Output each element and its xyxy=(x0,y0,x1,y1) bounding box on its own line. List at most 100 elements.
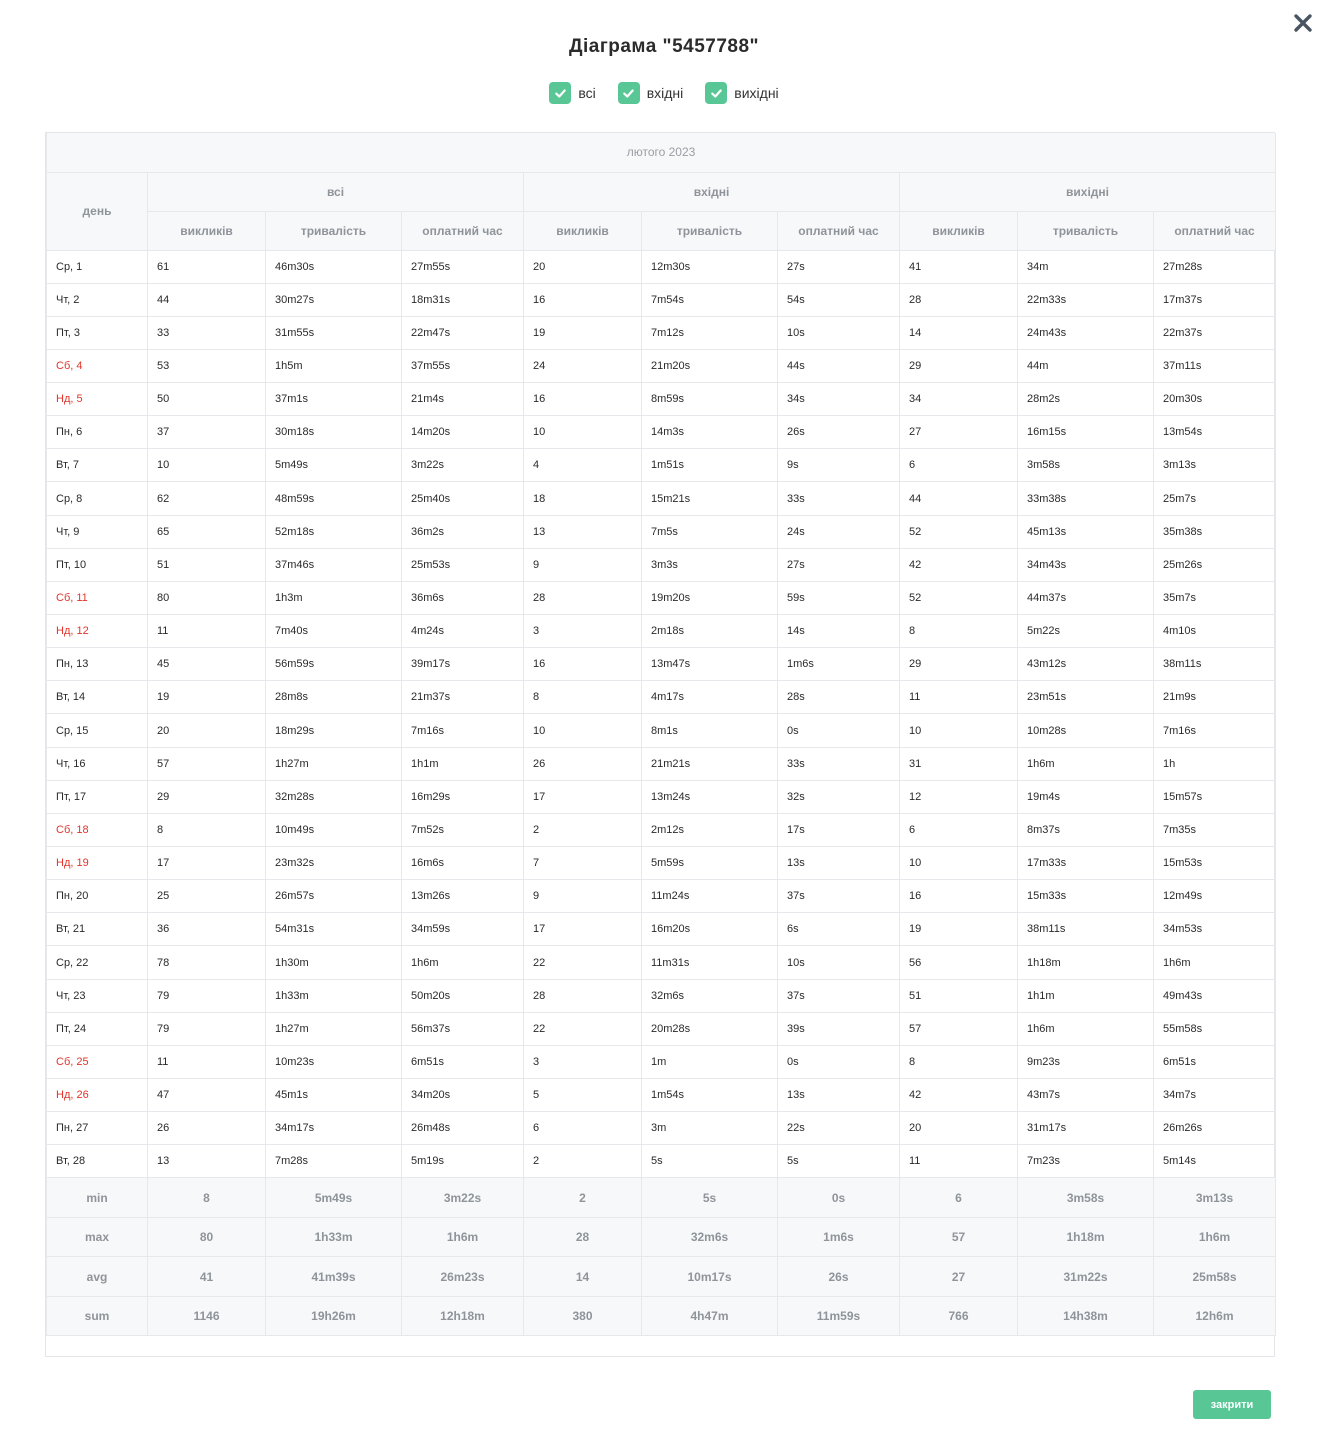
value-cell: 3m3s xyxy=(641,547,778,582)
table-row: Ср, 1 61 46m30s 27m55s 20 12m30s 27s 41 34m 27m28… xyxy=(46,249,1277,284)
value-cell: 4m10s xyxy=(1152,614,1277,649)
table-row: Пн, 6 37 30m18s 14m20s 10 14m3s 26s 27 16m15s 13m… xyxy=(46,415,1277,450)
value-cell: 52 xyxy=(899,514,1018,549)
day-cell: Вт, 21 xyxy=(46,912,148,947)
value-cell: 34m17s xyxy=(265,1111,402,1146)
checkbox-outgoing[interactable] xyxy=(705,82,728,104)
stat-cell: 14h38m xyxy=(1017,1295,1154,1337)
value-cell: 1h33m xyxy=(265,978,402,1013)
stat-cell: 1m6s xyxy=(777,1216,900,1258)
value-cell: 17m33s xyxy=(1017,846,1154,881)
value-cell: 10m49s xyxy=(265,812,402,848)
checkbox-all[interactable] xyxy=(549,82,572,104)
value-cell: 11 xyxy=(899,680,1018,715)
value-cell: 1h3m xyxy=(265,580,402,616)
value-cell: 9m23s xyxy=(1017,1044,1154,1080)
value-cell: 28m2s xyxy=(1017,382,1154,417)
stat-label: avg xyxy=(46,1256,148,1297)
value-cell: 21m9s xyxy=(1152,680,1277,715)
check-icon xyxy=(623,88,635,98)
day-cell: Нд, 5 xyxy=(46,382,148,417)
value-cell: 10m23s xyxy=(265,1044,402,1080)
filter-group: всі вхідні вихідні xyxy=(0,82,1328,104)
value-cell: 34m53s xyxy=(1152,912,1277,947)
stat-cell: 41m39s xyxy=(265,1256,402,1297)
value-cell: 28 xyxy=(899,282,1018,317)
stat-cell: 41 xyxy=(147,1256,266,1297)
close-icon[interactable] xyxy=(1290,10,1316,36)
value-cell: 3m22s xyxy=(401,448,524,483)
stat-cell: 27 xyxy=(899,1256,1018,1297)
close-button[interactable]: закрити xyxy=(1193,1390,1271,1419)
value-cell: 56 xyxy=(899,945,1018,980)
checkbox-incoming[interactable] xyxy=(617,82,640,104)
value-cell: 26 xyxy=(523,746,642,781)
value-cell: 16m15s xyxy=(1017,415,1154,450)
value-cell: 44m xyxy=(1017,348,1154,384)
value-cell: 25m26s xyxy=(1152,547,1277,582)
filter-outgoing[interactable]: вихідні xyxy=(705,82,779,104)
table-row: Чт, 23 79 1h33m 50m20s 28 32m6s 37s 51 1h1m 49m43… xyxy=(46,978,1277,1013)
stat-cell: 0s xyxy=(777,1177,900,1218)
value-cell: 1h18m xyxy=(1017,945,1154,980)
value-cell: 46m30s xyxy=(265,249,402,284)
value-cell: 44m37s xyxy=(1017,580,1154,616)
value-cell: 16 xyxy=(523,382,642,417)
value-cell: 8m37s xyxy=(1017,812,1154,848)
value-cell: 1h6m xyxy=(1017,1011,1154,1046)
value-cell: 31m55s xyxy=(265,315,402,350)
value-cell: 10 xyxy=(147,448,266,483)
value-cell: 54s xyxy=(777,282,900,317)
filter-all[interactable]: всі xyxy=(549,82,596,104)
value-cell: 10 xyxy=(899,713,1018,748)
filter-label: вихідні xyxy=(734,85,779,101)
value-cell: 20 xyxy=(899,1111,1018,1146)
value-cell: 5m49s xyxy=(265,448,402,483)
filter-label: всі xyxy=(578,85,596,101)
value-cell: 6m51s xyxy=(401,1044,524,1080)
table-row: Пн, 13 45 56m59s 39m17s 16 13m47s 1m6s 29 43m12s… xyxy=(46,647,1277,682)
day-cell: Пн, 6 xyxy=(46,415,148,450)
stat-cell: 3m58s xyxy=(1017,1177,1154,1218)
value-cell: 7m12s xyxy=(641,315,778,350)
stat-cell: 3m13s xyxy=(1152,1177,1277,1218)
filter-incoming[interactable]: вхідні xyxy=(617,82,683,104)
value-cell: 38m11s xyxy=(1152,647,1277,682)
value-cell: 33s xyxy=(777,746,900,781)
value-cell: 25m7s xyxy=(1152,481,1277,516)
value-cell: 9 xyxy=(523,879,642,914)
table-row: Ср, 22 78 1h30m 1h6m 22 11m31s 10s 56 1h18m 1h6m xyxy=(46,945,1277,980)
stats-row-min: min 8 5m49s 3m22s 2 5s 0s 6 3m58s 3m13s xyxy=(46,1177,1277,1218)
value-cell: 17m37s xyxy=(1152,282,1277,317)
day-cell: Ср, 22 xyxy=(46,945,148,980)
value-cell: 12m30s xyxy=(641,249,778,284)
value-cell: 6m51s xyxy=(1152,1044,1277,1080)
stat-label: min xyxy=(46,1177,148,1218)
value-cell: 2 xyxy=(523,812,642,848)
value-cell: 35m38s xyxy=(1152,514,1277,549)
value-cell: 1h1m xyxy=(401,746,524,781)
day-cell: Нд, 26 xyxy=(46,1078,148,1113)
value-cell: 33 xyxy=(147,315,266,350)
value-cell: 14s xyxy=(777,614,900,649)
value-cell: 17 xyxy=(147,846,266,881)
value-cell: 11 xyxy=(147,614,266,649)
stat-cell: 766 xyxy=(899,1295,1018,1337)
day-cell: Сб, 4 xyxy=(46,348,148,384)
value-cell: 11 xyxy=(147,1044,266,1080)
value-cell: 26s xyxy=(777,415,900,450)
table-row: Пн, 20 25 26m57s 13m26s 9 11m24s 37s 16 15m33s 12… xyxy=(46,879,1277,914)
value-cell: 48m59s xyxy=(265,481,402,516)
subheader-paid-time: оплатний час xyxy=(1152,210,1277,251)
value-cell: 7m52s xyxy=(401,812,524,848)
value-cell: 49m43s xyxy=(1152,978,1277,1013)
stats-table: лютого 2023 день всі вхідні вихідні викл… xyxy=(45,133,1277,1337)
stat-cell: 1h6m xyxy=(401,1216,524,1258)
value-cell: 1h6m xyxy=(1017,746,1154,781)
table-row: Нд, 19 17 23m32s 16m6s 7 5m59s 13s 10 17m33s 15m5… xyxy=(46,846,1277,881)
value-cell: 8 xyxy=(147,812,266,848)
value-cell: 28s xyxy=(777,680,900,715)
value-cell: 18 xyxy=(523,481,642,516)
value-cell: 7m54s xyxy=(641,282,778,317)
value-cell: 57 xyxy=(899,1011,1018,1046)
